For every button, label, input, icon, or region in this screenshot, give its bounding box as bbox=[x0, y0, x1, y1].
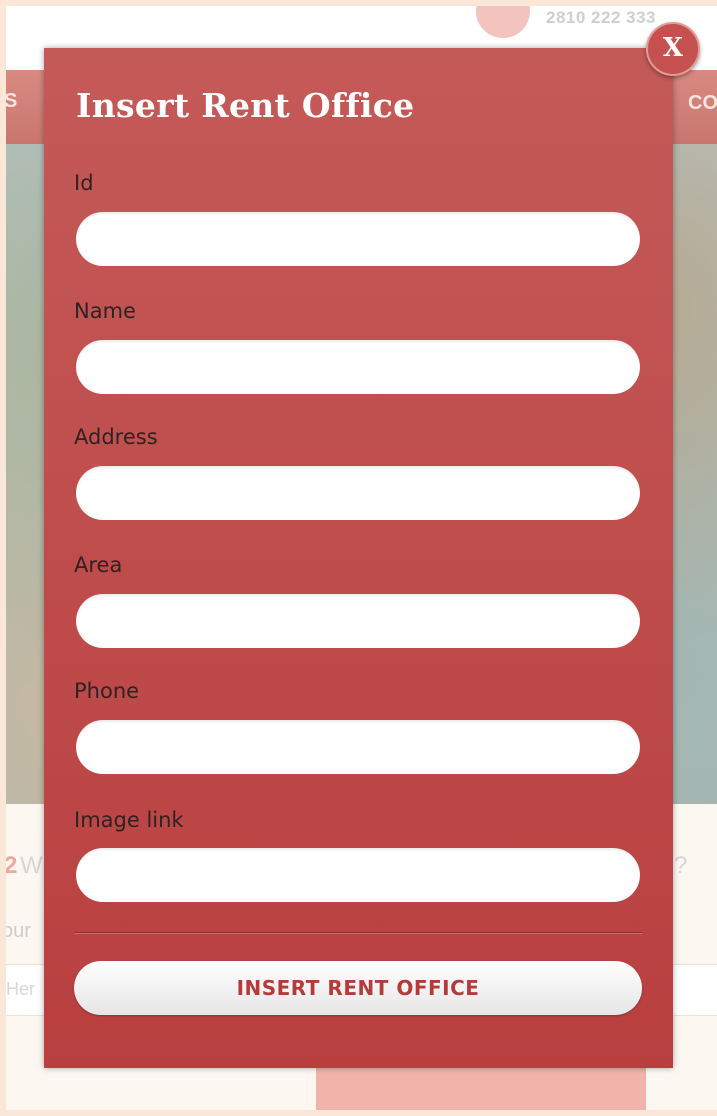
phone-label: Phone bbox=[74, 679, 140, 703]
address-label: Address bbox=[74, 425, 158, 449]
id-label: Id bbox=[74, 171, 94, 195]
phone-icon bbox=[476, 6, 530, 38]
background-search-button bbox=[316, 1062, 646, 1110]
close-button[interactable]: X bbox=[646, 22, 700, 76]
background-step-heading: W bbox=[20, 852, 43, 879]
address-input[interactable] bbox=[76, 466, 640, 520]
form-divider bbox=[74, 932, 642, 934]
background-nav-item-right: CO bbox=[688, 92, 717, 114]
background-step-number: 2 bbox=[6, 852, 18, 879]
insert-rent-office-button[interactable]: INSERT RENT OFFICE bbox=[74, 961, 642, 1015]
image-link-input[interactable] bbox=[76, 848, 640, 902]
name-input[interactable] bbox=[76, 340, 640, 394]
phone-input[interactable] bbox=[76, 720, 640, 774]
id-input[interactable] bbox=[76, 212, 640, 266]
insert-rent-office-modal: Insert Rent Office Id Name Address Area … bbox=[44, 48, 673, 1068]
background-nav-item-left: S bbox=[6, 90, 18, 112]
area-label: Area bbox=[74, 553, 123, 577]
modal-title: Insert Rent Office bbox=[76, 86, 415, 125]
background-phone-number: 2810 222 333 bbox=[546, 8, 656, 27]
close-icon: X bbox=[662, 33, 684, 63]
area-input[interactable] bbox=[76, 594, 640, 648]
name-label: Name bbox=[74, 299, 136, 323]
image-link-label: Image link bbox=[74, 808, 184, 832]
background-step-question-mark: ? bbox=[674, 852, 688, 879]
background-input-text: Her bbox=[6, 979, 36, 999]
background-field-label: our bbox=[6, 920, 31, 942]
